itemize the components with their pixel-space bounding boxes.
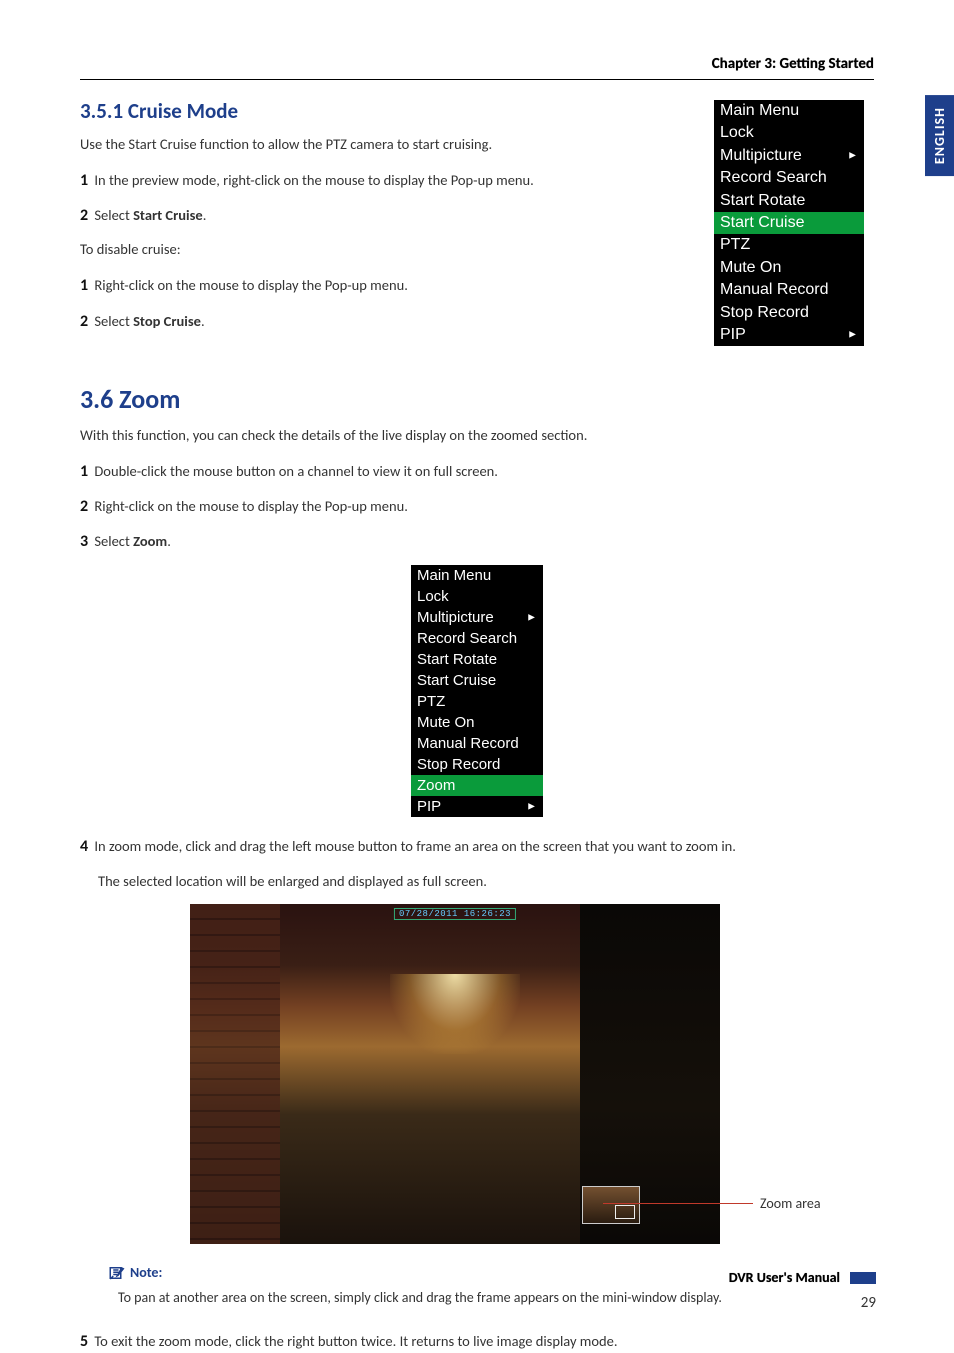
bold-term: Stop Cruise bbox=[133, 312, 201, 330]
menu-item: Start Cruise bbox=[714, 212, 864, 234]
menu-item: Start Cruise bbox=[411, 670, 543, 691]
step-text: . bbox=[167, 532, 171, 550]
disable-step-2: 2 Select Stop Cruise. bbox=[80, 310, 670, 333]
heading-3-5-1: 3.5.1 Cruise Mode bbox=[80, 98, 670, 124]
step-text: Right-click on the mouse to display the … bbox=[94, 276, 407, 294]
menu-item: PTZ bbox=[411, 691, 543, 712]
step-text: Select bbox=[94, 312, 133, 330]
step-number: 1 bbox=[80, 171, 88, 190]
brick-wall-graphic bbox=[190, 904, 280, 1244]
step-text: In zoom mode, click and drag the left mo… bbox=[94, 837, 736, 855]
lamp-light-graphic bbox=[390, 974, 520, 1054]
menu-item: Lock bbox=[411, 586, 543, 607]
step-number: 1 bbox=[80, 462, 88, 481]
menu-item: Main Menu bbox=[714, 100, 864, 122]
heading-3-6: 3.6 Zoom bbox=[80, 383, 874, 415]
disable-step-1: 1 Right-click on the mouse to display th… bbox=[80, 274, 670, 297]
step-number: 4 bbox=[80, 837, 88, 856]
timestamp-overlay: 07/28/2011 16:26:23 bbox=[394, 908, 516, 920]
menu-item: Multipicture► bbox=[411, 607, 543, 628]
submenu-arrow-icon: ► bbox=[847, 327, 858, 342]
zoom-screenshot: 07/28/2011 16:26:23 bbox=[190, 904, 720, 1244]
cruise-step-1: 1 In the preview mode, right-click on th… bbox=[80, 169, 670, 192]
chapter-header: Chapter 3: Getting Started bbox=[80, 55, 874, 80]
cruise-intro: Use the Start Cruise function to allow t… bbox=[80, 134, 670, 155]
zoom-step-1: 1 Double-click the mouse button on a cha… bbox=[80, 460, 874, 483]
step-text: Right-click on the mouse to display the … bbox=[94, 497, 407, 515]
menu-item: Mute On bbox=[411, 712, 543, 733]
menu-item: Multipicture► bbox=[714, 145, 864, 167]
step-number: 2 bbox=[80, 497, 88, 516]
step-text: Select bbox=[94, 206, 133, 224]
page-number: 29 bbox=[80, 1294, 876, 1312]
submenu-arrow-icon: ► bbox=[847, 148, 858, 163]
mini-window bbox=[582, 1186, 640, 1224]
step-number: 3 bbox=[80, 532, 88, 551]
menu-item: Stop Record bbox=[411, 754, 543, 775]
step-number: 1 bbox=[80, 276, 88, 295]
zoom-step-2: 2 Right-click on the mouse to display th… bbox=[80, 495, 874, 518]
zoom-step-3: 3 Select Zoom. bbox=[80, 530, 874, 553]
menu-item: Record Search bbox=[411, 628, 543, 649]
step-text: In the preview mode, right-click on the … bbox=[94, 171, 533, 189]
zoom-step-4b: The selected location will be enlarged a… bbox=[80, 871, 874, 892]
step-text: Double-click the mouse button on a chann… bbox=[94, 462, 498, 480]
bold-term: Zoom bbox=[133, 532, 167, 550]
menu-item: Lock bbox=[714, 122, 864, 144]
menu-item: Stop Record bbox=[714, 302, 864, 324]
step-number: 2 bbox=[80, 312, 88, 331]
menu-item: Start Rotate bbox=[714, 190, 864, 212]
popup-menu-cruise: Main MenuLockMultipicture►Record SearchS… bbox=[714, 100, 864, 346]
zoom-intro: With this function, you can check the de… bbox=[80, 425, 874, 446]
cruise-step-2: 2 Select Start Cruise. bbox=[80, 204, 670, 227]
menu-item: Manual Record bbox=[411, 733, 543, 754]
step-text: Select bbox=[94, 532, 133, 550]
step-text: To exit the zoom mode, click the right b… bbox=[94, 1332, 617, 1350]
callout-line bbox=[603, 1203, 753, 1204]
submenu-arrow-icon: ► bbox=[526, 799, 537, 814]
bold-term: Start Cruise bbox=[133, 206, 203, 224]
menu-item: Record Search bbox=[714, 167, 864, 189]
menu-item: PIP► bbox=[411, 796, 543, 817]
submenu-arrow-icon: ► bbox=[526, 610, 537, 625]
zoom-step-4: 4 In zoom mode, click and drag the left … bbox=[80, 835, 874, 858]
step-number: 2 bbox=[80, 206, 88, 225]
popup-menu-zoom: Main MenuLockMultipicture►Record SearchS… bbox=[411, 565, 543, 817]
language-tab: ENGLISH bbox=[925, 95, 954, 176]
menu-item: Mute On bbox=[714, 257, 864, 279]
manual-title: DVR User's Manual bbox=[80, 1272, 876, 1284]
page-footer: DVR User's Manual 29 bbox=[80, 1272, 876, 1312]
menu-item: PTZ bbox=[714, 234, 864, 256]
step-number: 5 bbox=[80, 1332, 88, 1351]
menu-item: Start Rotate bbox=[411, 649, 543, 670]
step-text: . bbox=[203, 206, 207, 224]
disable-intro: To disable cruise: bbox=[80, 239, 670, 260]
menu-item: Zoom bbox=[411, 775, 543, 796]
step-text: . bbox=[201, 312, 205, 330]
menu-item: Manual Record bbox=[714, 279, 864, 301]
menu-item: PIP► bbox=[714, 324, 864, 346]
zoom-area-label: Zoom area bbox=[760, 1195, 821, 1212]
menu-item: Main Menu bbox=[411, 565, 543, 586]
